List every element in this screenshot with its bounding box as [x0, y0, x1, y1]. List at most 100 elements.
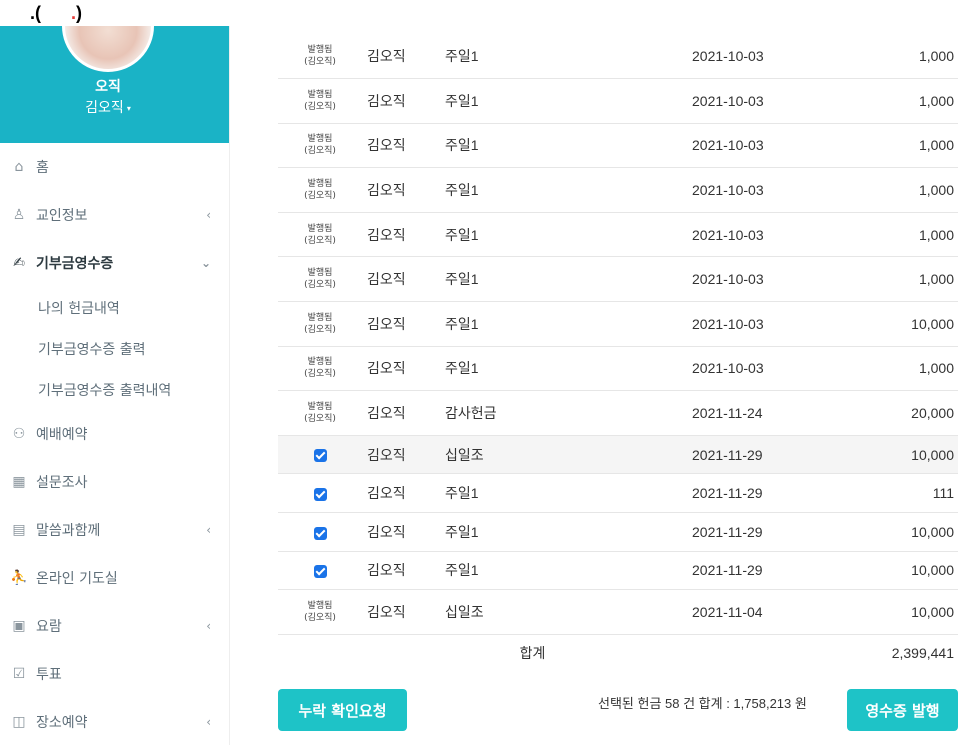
profile-user-name: 김오직	[85, 100, 124, 116]
issued-status: 발행됨 (김오직)	[304, 134, 336, 157]
table-row[interactable]: 김오직 십일조 2021-11-29 10,000	[278, 434, 958, 474]
offering-type: 주일1	[440, 256, 620, 302]
missing-check-request-button[interactable]: 누락 확인요청	[278, 689, 407, 731]
place-icon: ◫	[12, 714, 26, 730]
reservation-icon: ⚇	[12, 426, 26, 442]
sidebar-item-9[interactable]: ◫ 장소예약 ‹	[0, 698, 229, 745]
home-icon: ⌂	[14, 159, 24, 175]
sidebar-menu: ⌂ 홈 ♙ 교인정보 ‹ ✍ 기부금영수증 ⌄ 나의 헌금내역 기부금영수증 출력 기부금영수증 출…	[0, 143, 229, 745]
offering-date: 2021-10-03	[620, 167, 790, 213]
donor-name: 김오직	[362, 589, 440, 635]
table-row[interactable]: 발행됨 (김오직) 김오직 주일1 2021-10-03 10,000	[278, 301, 958, 347]
offering-amount: 10,000	[790, 550, 958, 590]
row-checkbox[interactable]	[313, 526, 327, 540]
issued-status: 발행됨 (김오직)	[304, 402, 336, 425]
submenu-item-0[interactable]: 나의 헌금내역	[0, 287, 229, 328]
sidebar-item-2[interactable]: ✍ 기부금영수증 ⌄	[0, 239, 229, 287]
table-row[interactable]: 발행됨 (김오직) 김오직 십일조 2021-11-04 10,000	[278, 589, 958, 635]
offering-date: 2021-10-03	[620, 345, 790, 391]
total-amount: 2,399,441	[790, 633, 958, 671]
sidebar-item-label: 온라인 기도실	[36, 571, 118, 587]
offering-date: 2021-10-03	[620, 301, 790, 347]
offering-date: 2021-11-24	[620, 390, 790, 436]
profile-panel: 오직 김오직 ▾	[0, 26, 229, 143]
offering-date: 2021-11-04	[620, 589, 790, 635]
pray-icon: ⛹	[10, 570, 28, 586]
submenu-item-1[interactable]: 기부금영수증 출력	[0, 328, 229, 369]
user-icon: ♙	[12, 207, 26, 223]
issue-receipt-button[interactable]: 영수증 발행	[847, 689, 958, 731]
offering-date: 2021-11-29	[620, 550, 790, 590]
total-row: 합계 2,399,441	[278, 633, 958, 671]
donor-name: 김오직	[362, 256, 440, 302]
donation-list: 발행됨 (김오직) 김오직 주일1 2021-10-03 1,000 발행됨 (김오직) 김오직…	[278, 34, 958, 671]
table-row[interactable]: 발행됨 (김오직) 김오직 주일1 2021-10-03 1,000	[278, 122, 958, 168]
offering-type: 주일1	[440, 301, 620, 347]
issued-status: 발행됨 (김오직)	[304, 268, 336, 291]
sidebar-item-5[interactable]: ▤ 말씀과함께 ‹	[0, 506, 229, 554]
offering-amount: 1,000	[790, 256, 958, 302]
offering-amount: 1,000	[790, 211, 958, 257]
sidebar-item-label: 예배예약	[36, 427, 88, 443]
table-row[interactable]: 김오직 주일1 2021-11-29 10,000	[278, 512, 958, 552]
sidebar-item-7[interactable]: ▣ 요람 ‹	[0, 602, 229, 650]
table-row[interactable]: 발행됨 (김오직) 김오직 주일1 2021-10-03 1,000	[278, 167, 958, 213]
sidebar-item-4[interactable]: ▦ 설문조사	[0, 458, 229, 506]
chevron-down-icon: ⌄	[200, 256, 211, 270]
issued-status: 발행됨 (김오직)	[304, 179, 336, 202]
table-row[interactable]: 발행됨 (김오직) 김오직 주일1 2021-10-03 1,000	[278, 211, 958, 257]
sidebar-item-label: 장소예약	[36, 715, 88, 731]
issued-status: 발행됨 (김오직)	[304, 601, 336, 624]
total-label: 합계	[440, 633, 620, 671]
table-row[interactable]: 김오직 주일1 2021-11-29 10,000	[278, 550, 958, 590]
sidebar-item-0[interactable]: ⌂ 홈	[0, 143, 229, 191]
offering-date: 2021-10-03	[692, 48, 764, 65]
chevron-left-icon: ‹	[206, 208, 211, 222]
offering-type: 주일1	[440, 512, 620, 552]
selection-summary: 선택된 헌금 58 건 합계 : 1,758,213 원	[598, 696, 807, 711]
offering-type: 주일1	[440, 167, 620, 213]
offering-type: 주일1	[445, 48, 479, 65]
chevron-left-icon: ‹	[206, 523, 211, 537]
sidebar-item-1[interactable]: ♙ 교인정보 ‹	[0, 191, 229, 239]
donor-name: 김오직	[362, 78, 440, 124]
avatar[interactable]	[62, 26, 154, 72]
table-row[interactable]: 발행됨 (김오직) 김오직 주일1 2021-10-03 1,000	[278, 34, 958, 79]
offering-amount: 1,000	[790, 345, 958, 391]
issued-status: 발행됨 (김오직)	[304, 89, 336, 112]
offering-type: 주일1	[440, 473, 620, 513]
table-row[interactable]: 발행됨 (김오직) 김오직 주일1 2021-10-03 1,000	[278, 78, 958, 124]
issued-status: 발행됨 (김오직)	[304, 357, 336, 380]
issued-status: 발행됨 (김오직)	[304, 45, 336, 68]
row-checkbox[interactable]	[313, 565, 327, 579]
sidebar-item-6[interactable]: ⛹ 온라인 기도실	[0, 554, 229, 602]
survey-icon: ▦	[12, 474, 26, 490]
table-row[interactable]: 발행됨 (김오직) 김오직 주일1 2021-10-03 1,000	[278, 256, 958, 302]
offering-amount: 10,000	[790, 434, 958, 474]
sidebar-item-label: 교인정보	[36, 208, 88, 224]
sidebar-item-8[interactable]: ☑ 투표	[0, 650, 229, 698]
heading-open: .(	[30, 3, 41, 23]
offering-amount: 10,000	[790, 589, 958, 635]
vote-icon: ☑	[12, 666, 26, 682]
offering-amount: 111	[790, 473, 958, 513]
profile-user-dropdown[interactable]: 김오직 ▾	[0, 97, 216, 117]
sidebar: 오직 김오직 ▾ ⌂ 홈 ♙ 교인정보 ‹ ✍ 기부금영수증 ⌄ 나의 헌금내역 기부금영수증 출력…	[0, 26, 230, 745]
donor-name: 김오직	[362, 390, 440, 436]
donor-name: 김오직	[362, 434, 440, 474]
table-row[interactable]: 발행됨 (김오직) 김오직 주일1 2021-10-03 1,000	[278, 345, 958, 391]
donor-name: 김오직	[362, 345, 440, 391]
submenu-item-2[interactable]: 기부금영수증 출력내역	[0, 369, 229, 410]
row-checkbox[interactable]	[313, 488, 327, 502]
table-row[interactable]: 발행됨 (김오직) 김오직 감사헌금 2021-11-24 20,000	[278, 390, 958, 436]
offering-date: 2021-10-03	[620, 122, 790, 168]
offering-date: 2021-10-03	[620, 78, 790, 124]
offering-date: 2021-11-29	[620, 434, 790, 474]
sidebar-item-label: 기부금영수증	[36, 256, 114, 272]
sidebar-item-3[interactable]: ⚇ 예배예약	[0, 410, 229, 458]
issued-status: 발행됨 (김오직)	[304, 312, 336, 335]
offering-type: 십일조	[440, 434, 620, 474]
donor-name: 김오직	[362, 301, 440, 347]
row-checkbox[interactable]	[313, 449, 327, 463]
table-row[interactable]: 김오직 주일1 2021-11-29 111	[278, 473, 958, 513]
